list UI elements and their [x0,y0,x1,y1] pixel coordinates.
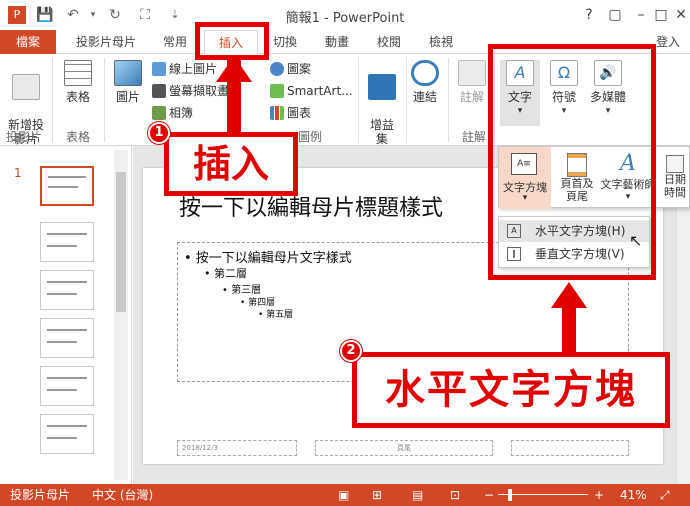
slide-number: 1 [14,166,22,180]
picture-label: 圖片 [115,90,140,104]
smartart-label: SmartArt... [287,84,353,98]
chart-label: 圖表 [287,106,312,120]
table-button[interactable]: 表格 [58,60,98,104]
table-label: 表格 [65,90,90,104]
zoom-out-icon[interactable]: − [484,484,494,506]
bullet-level-3: • 第三層 [222,285,262,296]
annotation-label-insert: 插入 [164,132,298,196]
zoom-percent[interactable]: 41% [620,484,647,506]
reading-view-icon[interactable]: ▤ [412,484,423,506]
annotation-step-1-badge: 1 [148,122,170,144]
picture-button[interactable]: 圖片 [110,60,146,104]
footer-date-placeholder[interactable]: 2018/12/3 [177,440,297,456]
slide-thumbnail[interactable] [40,270,94,310]
link-button[interactable]: 連結 [410,60,440,104]
tab-home[interactable]: 常用 [152,30,198,54]
online-picture-button[interactable]: 線上圖片 [152,60,217,78]
comment-icon [458,60,486,86]
scrollbar-thumb[interactable] [116,172,126,312]
ribbon-display-button[interactable]: ▢ [604,4,626,26]
shapes-label: 圖案 [287,62,312,76]
tab-slide-master[interactable]: 投影片母片 [70,30,142,54]
smartart-icon [270,84,284,98]
table-icon [64,60,92,86]
shapes-icon [270,62,284,76]
slide-thumbnail-pane: 1 [0,146,132,484]
chart-icon [270,106,284,120]
comment-label: 註解 [459,90,484,104]
comment-button[interactable]: 註解 [454,60,490,104]
annotation-highlight-insert [195,22,269,60]
tab-view[interactable]: 檢視 [420,30,462,54]
slide-thumbnail[interactable] [40,222,94,262]
group-label-tables: 表格 [65,130,90,144]
online-picture-label: 線上圖片 [169,62,218,76]
slide-thumbnail[interactable] [40,366,94,406]
slide-thumbnail[interactable] [40,318,94,358]
photo-album-icon [152,106,166,120]
shapes-button[interactable]: 圖案 [270,60,311,78]
tab-transitions[interactable]: 切換 [264,30,306,54]
title-bar: P 💾 ↶ ▾ ↻ ⛶ ⇣ 簡報1 - PowerPoint ? ▢ – □ ✕ [0,0,690,30]
bullet-level-2: • 第二層 [204,267,247,280]
slide-thumbnail[interactable] [40,166,94,206]
normal-view-icon[interactable]: ▣ [338,484,349,506]
group-divider [406,58,407,142]
annotation-arrow-2-shaft [562,306,576,352]
annotation-step-2-badge: 2 [340,340,362,362]
date-time-label: 日期 時間 [664,173,686,199]
fit-to-window-icon[interactable]: ⤢ [660,484,670,506]
bullet-level-1: • 按一下以編輯母片文字樣式 [184,251,352,266]
status-view-label: 投影片母片 [10,488,71,502]
minimize-button[interactable]: – [630,4,652,26]
maximize-button[interactable]: □ [650,4,672,26]
addins-label: 增益 集 [369,118,394,146]
annotation-arrow-1-head [216,56,252,82]
slide-sorter-icon[interactable]: ⊞ [372,484,382,506]
date-time-button[interactable]: 日期 時間 [659,147,690,209]
chart-button[interactable]: 圖表 [270,104,311,122]
group-divider [358,58,359,142]
footer-text-placeholder[interactable]: 頁尾 [315,440,493,456]
zoom-slider-thumb[interactable] [508,489,512,501]
tab-animations[interactable]: 動畫 [316,30,358,54]
annotation-arrow-2-head [551,282,587,308]
tab-file[interactable]: 檔案 [0,30,56,54]
annotation-label-horizontal-textbox: 水平文字方塊 [352,352,670,428]
calendar-icon [666,155,684,173]
picture-icon [114,60,142,86]
annotation-highlight-text-group [488,44,656,280]
link-icon [411,60,439,86]
smartart-button[interactable]: SmartArt... [270,82,353,100]
thumbnail-scrollbar[interactable] [114,150,128,480]
group-divider [448,58,449,142]
footer-number-placeholder[interactable] [511,440,629,456]
store-icon [368,74,396,100]
group-divider [104,58,105,142]
status-language[interactable]: 中文 (台灣) [92,484,153,506]
status-bar: 投影片母片 中文 (台灣) ▣ ⊞ ▤ ⊡ − + 41% ⤢ [0,484,690,506]
group-divider [52,58,53,142]
screenshot-icon [152,84,166,98]
zoom-in-icon[interactable]: + [594,484,604,506]
slide-thumbnail[interactable] [40,414,94,454]
photo-album-label: 相簿 [169,106,194,120]
slideshow-icon[interactable]: ⊡ [450,484,460,506]
new-slide-icon [12,74,40,100]
group-label-slides: 投影片 [5,130,42,144]
link-label: 連結 [412,90,437,104]
tab-review[interactable]: 校閱 [368,30,410,54]
close-button[interactable]: ✕ [670,4,690,26]
help-button[interactable]: ? [578,4,600,26]
bullet-level-5: • 第五層 [258,310,294,320]
online-picture-icon [152,62,166,76]
photo-album-button[interactable]: 相簿 [152,104,193,122]
addins-button[interactable]: 增益 集 [362,60,402,146]
